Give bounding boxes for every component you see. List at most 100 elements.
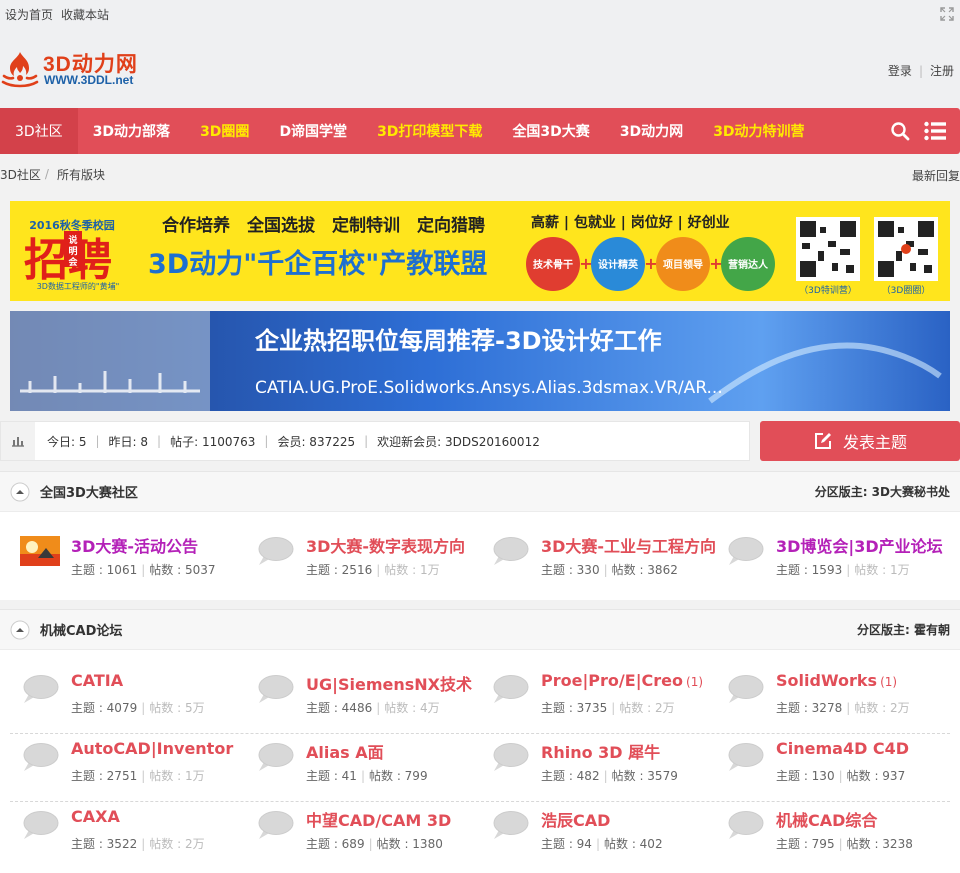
nav-item-5[interactable]: 全国3D大赛 (497, 108, 604, 154)
forum-name[interactable]: 3D大赛-活动公告 (71, 533, 198, 557)
forum-name-text[interactable]: 3D大赛-数字表现方向 (306, 537, 465, 556)
nav-item-3[interactable]: D谛国学堂 (264, 108, 362, 154)
forum-item[interactable]: Cinema4D C4D 主题 : 130 | 帖数 : 937 (725, 739, 950, 789)
speech-bubble-icon[interactable] (725, 742, 765, 772)
nav-item-0[interactable]: 3D社区 (0, 108, 78, 154)
forum-name-text[interactable]: SolidWorks (776, 671, 877, 690)
nav-item-2[interactable]: 3D圈圈 (185, 108, 264, 154)
forum-item[interactable]: AutoCAD|Inventor 主题 : 2751 | 帖数 : 1万 (20, 739, 245, 789)
menu-list-icon[interactable] (924, 121, 946, 141)
section-moderator[interactable]: 分区版主: 霍有朝 (857, 621, 950, 638)
forum-item[interactable]: CATIA 主题 : 4079 | 帖数 : 5万 (20, 671, 245, 721)
post-count: 帖数 : 4万 (384, 701, 440, 715)
forum-item[interactable]: 3D大赛-活动公告 主题 : 1061 | 帖数 : 5037 (20, 533, 245, 583)
nav-item-7[interactable]: 3D动力特训营 (698, 108, 819, 154)
forum-name-text[interactable]: CAXA (71, 807, 120, 826)
latest-replies-link[interactable]: 最新回复 (912, 167, 960, 184)
forum-name-text[interactable]: 3D大赛-活动公告 (71, 537, 198, 556)
expand-icon[interactable] (940, 7, 954, 21)
post-count: 帖数 : 5037 (149, 563, 216, 577)
forum-name[interactable]: Alias A面 (306, 739, 384, 763)
forum-name[interactable]: 3D大赛-工业与工程方向 (541, 533, 716, 557)
breadcrumb-home[interactable]: 3D社区 (0, 166, 41, 183)
forum-item[interactable]: Rhino 3D 犀牛 主题 : 482 | 帖数 : 3579 (490, 739, 715, 789)
login-link[interactable]: 登录 (888, 64, 912, 78)
forum-item[interactable]: 3D大赛-工业与工程方向 主题 : 330 | 帖数 : 3862 (490, 533, 716, 583)
forum-name[interactable]: AutoCAD|Inventor (71, 739, 233, 758)
forum-name[interactable]: 浩辰CAD (541, 807, 610, 831)
speech-bubble-icon[interactable] (20, 674, 60, 704)
forum-name-text[interactable]: 机械CAD综合 (776, 811, 877, 830)
main-nav: 3D社区 3D动力部落 3D圈圈 D谛国学堂 3D打印模型下载 全国3D大赛 3D动力网 3D… (0, 108, 960, 154)
set-home-link[interactable]: 设为首页 (5, 6, 53, 23)
speech-bubble-icon[interactable] (725, 536, 765, 566)
collapse-icon[interactable] (10, 620, 30, 640)
section-moderator[interactable]: 分区版主: 3D大赛秘书处 (815, 483, 950, 500)
speech-bubble-icon[interactable] (255, 674, 295, 704)
forum-name[interactable]: UG|SiemensNX技术 (306, 671, 472, 695)
bookmark-link[interactable]: 收藏本站 (61, 6, 109, 23)
forum-name-text[interactable]: 3D大赛-工业与工程方向 (541, 537, 716, 556)
new-topic-button[interactable]: 发表主题 (760, 421, 960, 461)
forum-item[interactable]: SolidWorks (1) 主题 : 3278 | 帖数 : 2万 (725, 671, 950, 721)
forum-item[interactable]: 3D大赛-数字表现方向 主题 : 2516 | 帖数 : 1万 (255, 533, 480, 583)
forum-name-text[interactable]: CATIA (71, 671, 123, 690)
forum-name-text[interactable]: Proe|Pro/E|Creo (541, 671, 683, 690)
post-count: 帖数 : 2万 (149, 837, 205, 851)
speech-bubble-icon[interactable] (490, 810, 530, 840)
breadcrumb-current: 所有版块 (56, 167, 105, 182)
speech-bubble-icon[interactable] (725, 810, 765, 840)
collapse-icon[interactable] (10, 482, 30, 502)
section-title[interactable]: 机械CAD论坛 (40, 620, 122, 639)
site-logo[interactable]: 3D动力网 WWW.3DDL.net (0, 46, 160, 98)
edit-icon (814, 433, 831, 449)
forum-name[interactable]: 机械CAD综合 (776, 807, 877, 831)
speech-bubble-icon[interactable] (20, 742, 60, 772)
forum-name-text[interactable]: 浩辰CAD (541, 811, 610, 830)
speech-bubble-icon[interactable] (490, 742, 530, 772)
jobs-banner[interactable]: 企业热招职位每周推荐-3D设计好工作 CATIA.UG.ProE.Solidwo… (10, 311, 950, 411)
forum-name[interactable]: 3D大赛-数字表现方向 (306, 533, 465, 557)
forum-name-text[interactable]: UG|SiemensNX技术 (306, 675, 472, 694)
speech-bubble-icon[interactable] (20, 810, 60, 840)
forum-name[interactable]: CAXA (71, 807, 120, 826)
search-icon[interactable] (890, 121, 910, 141)
speech-bubble-icon[interactable] (255, 536, 295, 566)
forum-name[interactable]: CATIA (71, 671, 123, 690)
row-divider (10, 733, 950, 734)
forum-name-text[interactable]: Alias A面 (306, 743, 384, 762)
topic-count: 主题 : 41 (306, 769, 357, 783)
forum-name-text[interactable]: 中望CAD/CAM 3D (306, 811, 451, 830)
forum-item[interactable]: 浩辰CAD 主题 : 94 | 帖数 : 402 (490, 807, 715, 857)
stat-welcome[interactable]: 欢迎新会员: 3DDS20160012 (377, 433, 540, 450)
forum-name[interactable]: SolidWorks (1) (776, 671, 897, 690)
speech-bubble-icon[interactable] (490, 674, 530, 704)
speech-bubble-icon[interactable] (490, 536, 530, 566)
nav-item-6[interactable]: 3D动力网 (605, 108, 698, 154)
forum-name[interactable]: Proe|Pro/E|Creo (1) (541, 671, 703, 690)
forum-image-icon[interactable] (20, 536, 60, 566)
section-title[interactable]: 全国3D大赛社区 (40, 482, 138, 501)
nav-item-1[interactable]: 3D动力部落 (78, 108, 185, 154)
forum-item[interactable]: 机械CAD综合 主题 : 795 | 帖数 : 3238 (725, 807, 950, 857)
forum-name[interactable]: 3D博览会|3D产业论坛 (776, 533, 943, 557)
forum-item[interactable]: Proe|Pro/E|Creo (1) 主题 : 3735 | 帖数 : 2万 (490, 671, 715, 721)
forum-name[interactable]: Rhino 3D 犀牛 (541, 739, 660, 763)
register-link[interactable]: 注册 (930, 64, 954, 78)
forum-item[interactable]: Alias A面 主题 : 41 | 帖数 : 799 (255, 739, 480, 789)
forum-item[interactable]: 3D博览会|3D产业论坛 主题 : 1593 | 帖数 : 1万 (725, 533, 950, 583)
nav-item-4[interactable]: 3D打印模型下载 (362, 108, 497, 154)
forum-name-text[interactable]: Cinema4D C4D (776, 739, 909, 758)
forum-name-text[interactable]: AutoCAD|Inventor (71, 739, 233, 758)
forum-name-text[interactable]: 3D博览会|3D产业论坛 (776, 537, 943, 556)
forum-item[interactable]: 中望CAD/CAM 3D 主题 : 689 | 帖数 : 1380 (255, 807, 480, 857)
forum-item[interactable]: CAXA 主题 : 3522 | 帖数 : 2万 (20, 807, 245, 857)
forum-name[interactable]: 中望CAD/CAM 3D (306, 807, 451, 831)
forum-name-text[interactable]: Rhino 3D 犀牛 (541, 743, 660, 762)
forum-item[interactable]: UG|SiemensNX技术 主题 : 4486 | 帖数 : 4万 (255, 671, 480, 721)
forum-name[interactable]: Cinema4D C4D (776, 739, 909, 758)
speech-bubble-icon[interactable] (725, 674, 765, 704)
recruit-banner[interactable]: 2016秋冬季校园 招聘 说 明 会 3D数据工程师的"黄埔" 合作培养 全国选… (10, 201, 950, 301)
speech-bubble-icon[interactable] (255, 810, 295, 840)
speech-bubble-icon[interactable] (255, 742, 295, 772)
